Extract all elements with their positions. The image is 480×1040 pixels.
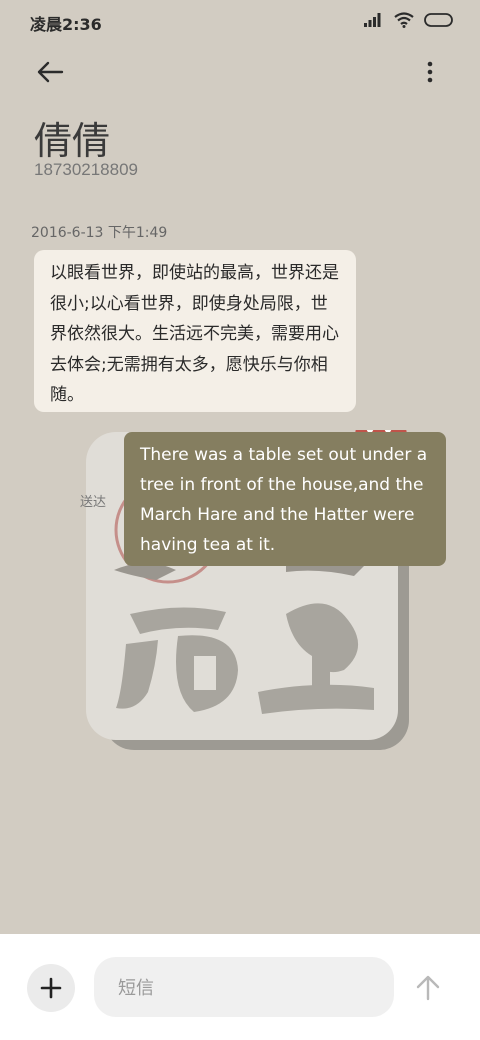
incoming-message-text: 以眼看世界，即使站的最高，世界还是很小;以心看世界，即使身处局限，世界依然很大。… [50,263,339,405]
sms-input-field[interactable]: 短信 [94,957,394,1017]
send-button[interactable] [408,970,448,1006]
plus-icon [40,977,62,999]
more-vertical-icon [427,61,433,83]
message-timestamp: 2016-6-13 下午1:49 [31,225,168,241]
conversation-header: 倩倩 18730218809 [0,44,480,194]
status-icons [364,12,454,28]
add-attachment-button[interactable] [27,964,75,1012]
back-arrow-icon [37,61,64,83]
status-bar: 凌晨2:36 [0,0,480,44]
more-options-button[interactable] [412,54,448,90]
battery-icon [424,13,453,27]
back-button[interactable] [32,54,68,90]
incoming-message-bubble[interactable]: 以眼看世界，即使站的最高，世界还是很小;以心看世界，即使身处局限，世界依然很大。… [34,250,356,412]
contact-name: 倩倩 [34,119,111,163]
outgoing-message-bubble[interactable]: There was a table set out under a tree i… [124,432,446,566]
outgoing-message-text: There was a table set out under a tree i… [140,445,428,555]
sms-input-placeholder: 短信 [118,978,154,999]
contact-number: 18730218809 [34,160,139,179]
wifi-icon [394,12,414,28]
status-time: 凌晨2:36 [30,15,102,34]
message-sent-status: 送达 [80,495,107,510]
message-composer: 短信 [0,934,480,1040]
send-arrow-icon [416,975,440,1001]
signal-icon [364,13,381,27]
